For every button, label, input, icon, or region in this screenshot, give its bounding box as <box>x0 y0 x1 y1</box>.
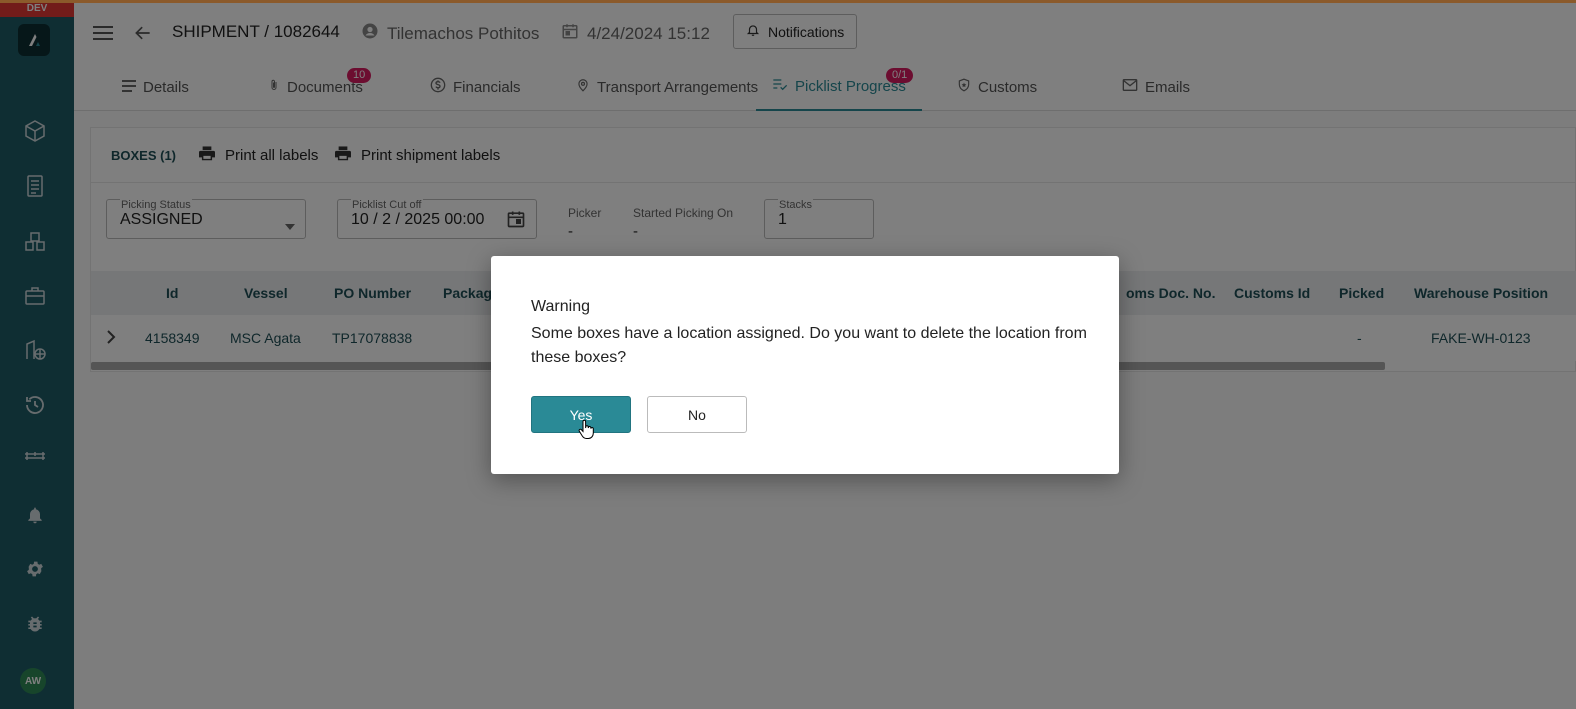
no-button[interactable]: No <box>647 396 747 433</box>
dialog-message: Some boxes have a location assigned. Do … <box>531 325 1087 366</box>
hand-cursor-icon <box>578 419 594 445</box>
top-accent-line <box>0 0 1576 3</box>
dialog-title: Warning <box>531 298 590 315</box>
